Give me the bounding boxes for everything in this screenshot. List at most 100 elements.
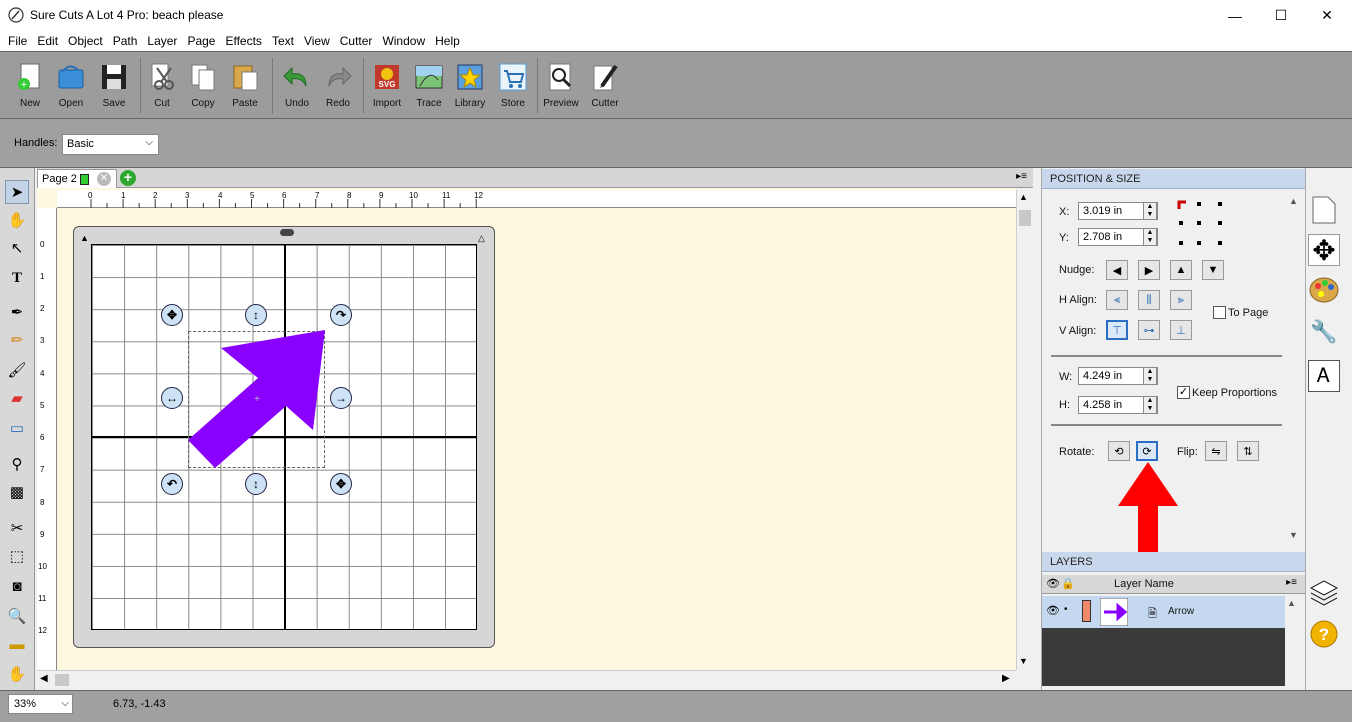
zoom-select[interactable]: 33% ⌵ [8,694,73,714]
layers-panel-icon[interactable] [1308,576,1340,608]
width-stepper[interactable]: ▲ ▼ [1143,367,1157,385]
maximize-button[interactable]: ☐ [1258,0,1304,31]
layers-scroll-up-icon[interactable]: ▲ [1287,598,1296,608]
nudge-left-icon[interactable]: ◀ [1106,260,1128,280]
close-button[interactable]: ✕ [1304,0,1350,31]
close-tab-icon[interactable]: ✕ [97,172,111,186]
copy-button[interactable]: Copy [183,60,223,116]
panel-scroll-down-icon[interactable]: ▼ [1289,530,1298,540]
scroll-thumb[interactable] [1019,210,1031,226]
menu-file[interactable]: File [3,34,32,48]
measure-tool-icon[interactable]: ▬ [5,632,29,656]
import-button[interactable]: SVG Import [367,60,407,116]
scroll-left-icon[interactable]: ◀ [40,673,48,684]
y-stepper[interactable]: ▲ ▼ [1143,228,1157,246]
menu-path[interactable]: Path [108,34,143,48]
menu-window[interactable]: Window [377,34,430,48]
shadow-tool-icon[interactable]: ◙ [5,574,29,598]
scroll-up-icon[interactable]: ▲ [1019,192,1028,202]
lock-toggle-icon[interactable]: • [1064,604,1068,615]
shape-tool-icon[interactable]: ▭ [5,416,29,440]
menu-object[interactable]: Object [63,34,108,48]
paste-button[interactable]: Paste [225,60,265,116]
x-stepper[interactable]: ▲ ▼ [1143,202,1157,220]
eraser-tool-icon[interactable]: ▰ [5,386,29,410]
arrow-shape[interactable]: + [185,328,330,473]
resize-horizontal-handle-icon[interactable]: → [330,387,352,409]
to-page-checkbox[interactable] [1213,306,1226,319]
new-button[interactable]: + New [10,60,50,116]
eyedropper-tool-icon[interactable]: ⚲ [5,452,29,476]
help-icon[interactable]: ? [1308,618,1340,650]
menu-cutter[interactable]: Cutter [335,34,378,48]
select-tool-icon[interactable]: ➤ [5,180,29,204]
resize-horizontal-handle-icon[interactable]: ↔ [161,387,183,409]
cut-button[interactable]: Cut [142,60,182,116]
panel-scroll-up-icon[interactable]: ▲ [1289,196,1298,206]
wrench-settings-icon[interactable]: 🔧 [1308,316,1340,348]
rotate-handle-icon[interactable]: ↶ [161,473,183,495]
flip-vertical-icon[interactable]: ⇅ [1237,441,1259,461]
layer-color-swatch[interactable] [1082,600,1091,622]
color-palette-icon[interactable] [1308,274,1340,306]
rotate-right-icon[interactable]: ⟳ [1136,441,1158,461]
library-button[interactable]: Library [450,60,490,116]
transform-tool-icon[interactable]: ⬚ [5,544,29,568]
gradient-tool-icon[interactable]: ▩ [5,480,29,504]
layers-menu-icon[interactable]: ▸≡ [1286,577,1297,588]
scroll-down-icon[interactable]: ▼ [1019,656,1028,666]
menu-text[interactable]: Text [267,34,299,48]
menu-page[interactable]: Page [182,34,220,48]
menu-effects[interactable]: Effects [220,34,266,48]
horizontal-scrollbar[interactable]: ◀ ▶ [37,670,1016,688]
visibility-eye-icon[interactable]: 👁 [1046,604,1060,617]
align-right-icon[interactable]: ⫸ [1170,290,1192,310]
resize-vertical-handle-icon[interactable]: ↕ [245,473,267,495]
menu-view[interactable]: View [299,34,335,48]
save-button[interactable]: Save [94,60,134,116]
add-page-icon[interactable]: + [120,170,136,186]
align-left-icon[interactable]: ⫷ [1106,290,1128,310]
hand-tool-icon[interactable]: ✋ [5,662,29,686]
open-button[interactable]: Open [51,60,91,116]
undo-button[interactable]: Undo [277,60,317,116]
cutter-button[interactable]: Cutter [585,60,625,116]
menu-help[interactable]: Help [430,34,465,48]
preview-button[interactable]: Preview [541,60,581,116]
height-stepper[interactable]: ▲ ▼ [1143,396,1157,414]
store-button[interactable]: Store [493,60,533,116]
scale-handle-icon[interactable]: ✥ [330,473,352,495]
handles-select[interactable]: Basic ⌵ [62,134,159,155]
trace-button[interactable]: Trace [409,60,449,116]
minimize-button[interactable]: — [1212,0,1258,31]
tab-page-2[interactable]: Page 2 ✕ [37,169,117,188]
move-handle-icon[interactable]: ✥ [161,304,183,326]
pen-tool-icon[interactable]: ✒ [5,300,29,324]
pencil-tool-icon[interactable]: ✏ [5,328,29,352]
text-panel-icon[interactable]: Ꭺ [1308,360,1340,392]
document-panel-icon[interactable] [1308,194,1340,226]
rotate-handle-icon[interactable]: ↷ [330,304,352,326]
text-tool-icon[interactable]: T [5,266,29,290]
tab-menu-icon[interactable]: ▸≡ [1016,171,1027,182]
redo-button[interactable]: Redo [318,60,358,116]
nudge-right-icon[interactable]: ▶ [1138,260,1160,280]
scroll-thumb[interactable] [55,674,69,686]
position-size-panel-icon[interactable]: ✥ [1308,234,1340,266]
menu-layer[interactable]: Layer [142,34,182,48]
zoom-tool-icon[interactable]: 🔍 [5,604,29,628]
align-top-icon[interactable]: ⊤ [1106,320,1128,340]
brush-tool-icon[interactable]: 🖌 [5,358,29,382]
node-edit-tool-icon[interactable]: ↖ [5,236,29,260]
resize-vertical-handle-icon[interactable]: ↕ [245,304,267,326]
keep-proportions-checkbox[interactable]: ✓ [1177,386,1190,399]
reference-point-icon[interactable] [1176,199,1228,251]
align-center-horizontal-icon[interactable]: ⫼ [1138,290,1160,310]
align-middle-vertical-icon[interactable]: ⊶ [1138,320,1160,340]
lasso-tool-icon[interactable]: ✋ [5,208,29,232]
align-bottom-icon[interactable]: ⊥ [1170,320,1192,340]
nudge-down-icon[interactable]: ▼ [1202,260,1224,280]
flip-horizontal-icon[interactable]: ⇋ [1205,441,1227,461]
vertical-scrollbar[interactable]: ▲ ▼ [1016,190,1033,670]
scroll-right-icon[interactable]: ▶ [1002,673,1010,684]
